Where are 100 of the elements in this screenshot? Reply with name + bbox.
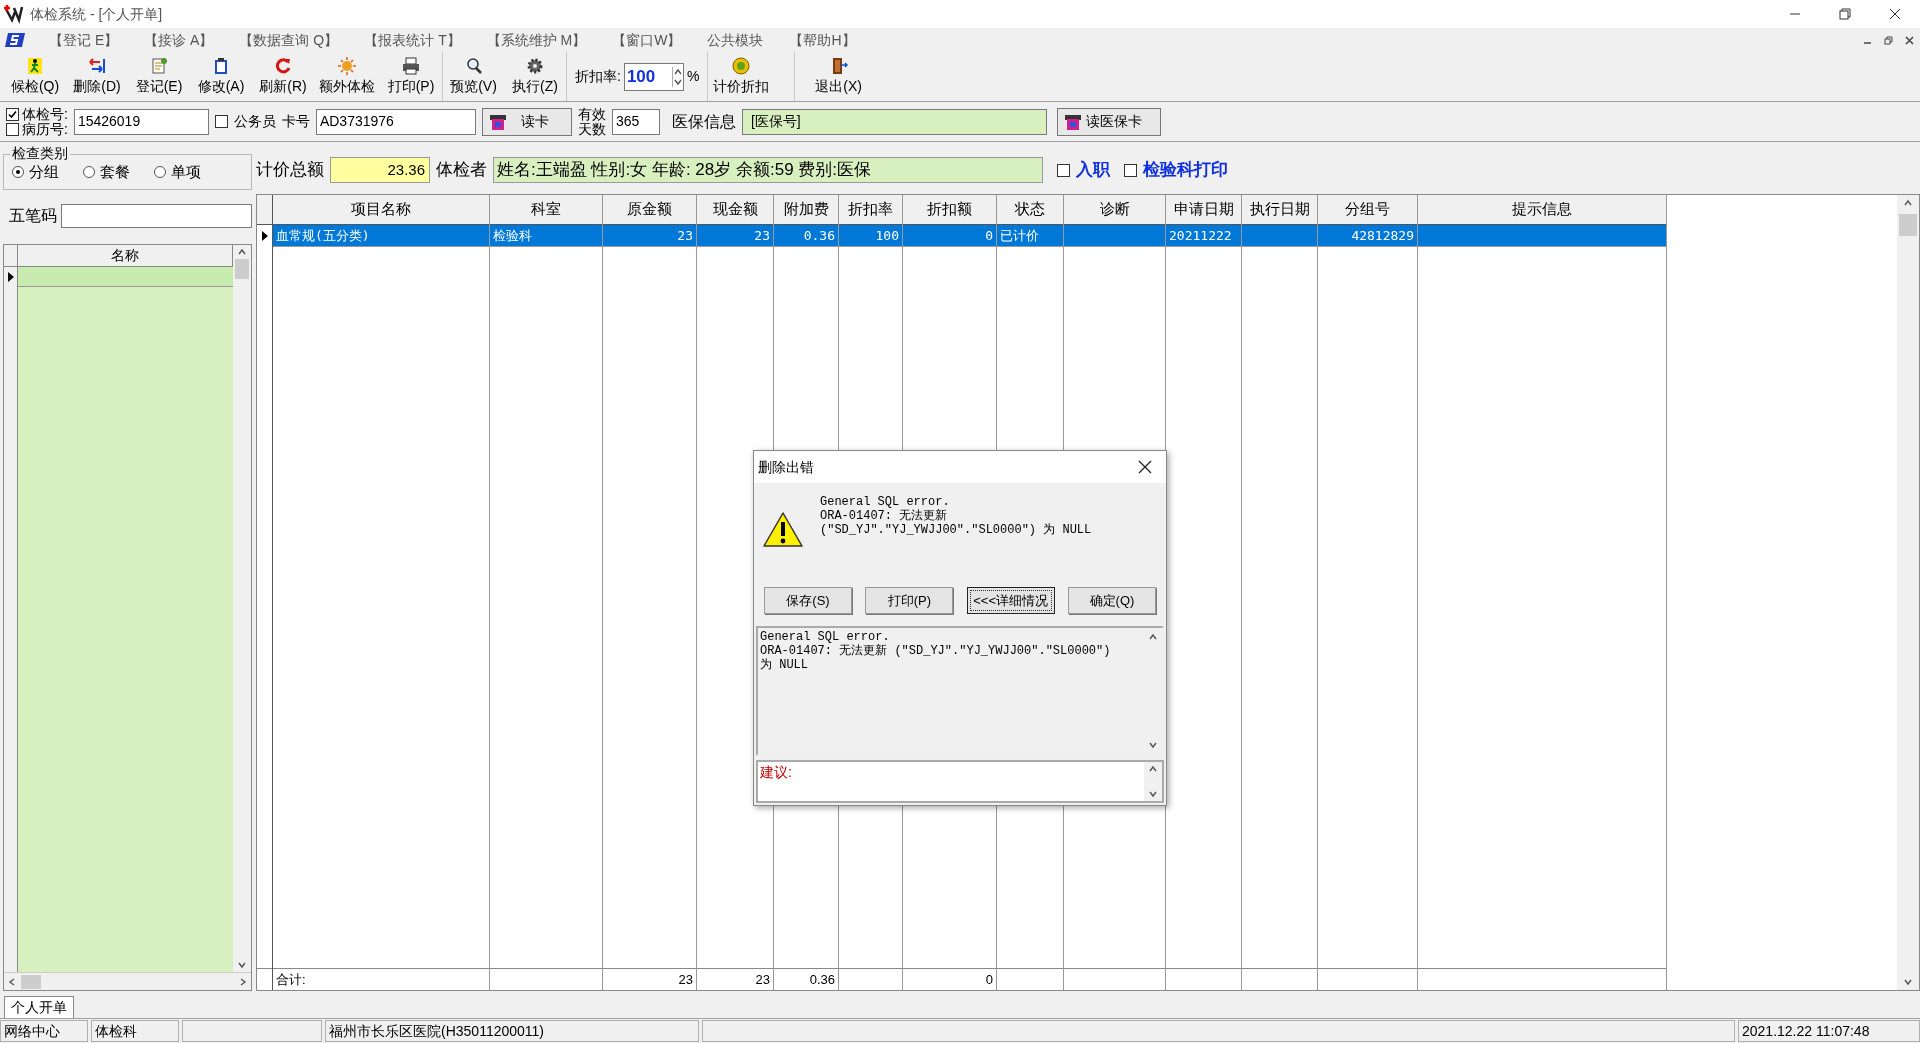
toolbar-button[interactable]: 删除(D) xyxy=(66,52,128,101)
column-header[interactable]: 折扣率 xyxy=(839,195,902,225)
scroll-right-icon[interactable] xyxy=(238,976,248,987)
menu-item[interactable]: 【接诊 A】 xyxy=(131,29,227,51)
warning-icon xyxy=(762,511,804,549)
column-header[interactable]: 科室 xyxy=(490,195,602,225)
column-header[interactable]: 原金额 xyxy=(603,195,696,225)
menu-item[interactable]: 【报表统计 T】 xyxy=(351,29,474,51)
menu-item[interactable]: 【数据查询 Q】 xyxy=(226,29,352,51)
restore-icon[interactable] xyxy=(1884,35,1893,45)
column-header[interactable]: 现金额 xyxy=(697,195,773,225)
coin-icon xyxy=(731,56,752,76)
toolbar-button[interactable]: 额外体检 xyxy=(314,52,380,101)
close-icon[interactable] xyxy=(1138,460,1152,474)
vertical-scrollbar[interactable] xyxy=(233,245,251,972)
dialog-button[interactable]: <<<详细情况 xyxy=(966,587,1055,614)
insurance-label: 医保信息 xyxy=(671,111,736,132)
document-logo-icon xyxy=(4,31,26,49)
discount-spinner[interactable]: 100 xyxy=(623,62,684,91)
valid-days-field[interactable]: 365 xyxy=(611,108,660,135)
status-pane: 福州市长乐区医院(H35011200011) xyxy=(325,1020,699,1042)
scroll-left-icon[interactable] xyxy=(7,976,17,987)
restore-icon[interactable] xyxy=(1839,8,1851,20)
close-icon[interactable] xyxy=(1889,8,1901,20)
column-header[interactable]: 执行日期 xyxy=(1242,195,1317,225)
menu-item[interactable]: 【系统维护 M】 xyxy=(473,29,600,51)
table-cell: 100 xyxy=(839,225,902,247)
menu-item[interactable]: 公共模块 xyxy=(694,29,777,51)
column-header[interactable]: 提示信息 xyxy=(1418,195,1666,225)
checkbox[interactable] xyxy=(1124,163,1137,177)
scroll-up-icon[interactable] xyxy=(237,247,247,257)
spin-up-icon[interactable] xyxy=(672,66,683,77)
tab[interactable]: 个人开单 xyxy=(4,996,74,1018)
scroll-up-icon[interactable] xyxy=(1148,632,1158,642)
scroll-up-icon[interactable] xyxy=(1148,764,1158,774)
scroll-down-icon[interactable] xyxy=(1148,740,1158,750)
exam-number-label: 体检号: xyxy=(22,106,68,122)
error-details: ORA-01407: 无法更新 ("SD_YJ"."YJ_YWJJ00"."SL0000") xyxy=(760,644,1112,658)
record-number-label: 病历号: xyxy=(22,121,68,137)
column-header[interactable]: 附加费 xyxy=(774,195,838,225)
column-header[interactable]: 状态 xyxy=(997,195,1063,225)
toolbar-button[interactable]: 预览(V) xyxy=(442,52,504,101)
radio-label: 单项 xyxy=(171,161,201,182)
dialog-button[interactable]: 保存(S) xyxy=(764,587,852,614)
read-card-button[interactable]: 读卡 xyxy=(481,107,572,136)
toolbar-button[interactable]: 登记(E) xyxy=(128,52,190,101)
column-header[interactable]: 折扣额 xyxy=(903,195,996,225)
scroll-down-icon[interactable] xyxy=(1148,789,1158,799)
vertical-scrollbar[interactable] xyxy=(1144,762,1162,801)
toolbar-button[interactable]: 计价折扣 xyxy=(708,52,775,101)
scroll-down-icon[interactable] xyxy=(1903,977,1913,987)
toolbar-button[interactable]: 执行(Z) xyxy=(504,52,566,101)
checkbox[interactable] xyxy=(6,107,19,121)
dialog-button[interactable]: 打印(P) xyxy=(865,587,954,614)
status-pane: 体检科 xyxy=(91,1020,179,1042)
valid-days-label: 有效 xyxy=(577,106,606,122)
toolbar-button[interactable]: 退出(X) xyxy=(794,52,867,101)
radio-button[interactable] xyxy=(83,166,95,178)
radio-button[interactable] xyxy=(154,166,166,178)
column-header[interactable]: 分组号 xyxy=(1318,195,1417,225)
menu-item[interactable]: 【登记 E】 xyxy=(36,29,132,51)
table-cell: 血常规(五分类) xyxy=(273,225,489,247)
menu-item[interactable]: 【窗口W】 xyxy=(599,29,695,51)
insurance-field[interactable]: [医保号] xyxy=(741,108,1047,135)
menu-item[interactable]: 【帮助H】 xyxy=(776,29,869,51)
table-cell: 检验科 xyxy=(490,225,602,247)
table-cell: 23 xyxy=(603,225,696,247)
window-title: 体检系统 - [个人开单] xyxy=(30,4,163,24)
error-details: General SQL error. xyxy=(760,630,891,644)
read-insurance-button[interactable]: 读医保卡 xyxy=(1056,107,1161,136)
arrows-icon xyxy=(87,56,107,76)
scrollbar-thumb[interactable] xyxy=(235,259,249,279)
dialog-button[interactable]: 确定(Q) xyxy=(1068,587,1156,614)
scroll-down-icon[interactable] xyxy=(237,960,247,970)
examinee-label: 体检者 xyxy=(436,159,487,182)
card-reader-icon xyxy=(488,112,507,131)
toolbar-button[interactable]: 刷新(R) xyxy=(252,52,314,101)
column-header[interactable]: 申请日期 xyxy=(1166,195,1241,225)
checkbox[interactable] xyxy=(6,122,19,136)
wubi-field[interactable] xyxy=(61,204,252,228)
checkbox[interactable] xyxy=(1057,163,1070,177)
scrollbar-thumb[interactable] xyxy=(1899,214,1917,236)
column-header[interactable]: 诊断 xyxy=(1064,195,1165,225)
horizontal-scrollbar[interactable] xyxy=(4,972,251,990)
toolbar-button[interactable]: 修改(A) xyxy=(190,52,252,101)
status-pane: 2021.12.22 11:07:48 xyxy=(1738,1020,1920,1042)
toolbar-button[interactable]: 打印(P) xyxy=(380,52,442,101)
total-field: 23.36 xyxy=(330,157,430,183)
scrollbar-thumb[interactable] xyxy=(21,974,41,989)
card-number-field[interactable]: AD3731976 xyxy=(315,108,476,135)
card-reader-icon xyxy=(1063,112,1082,131)
table-cell: 0.36 xyxy=(774,225,838,247)
close-icon[interactable] xyxy=(1905,35,1914,45)
radio-button[interactable] xyxy=(12,166,24,178)
percent-label: % xyxy=(686,67,700,86)
column-header[interactable]: 项目名称 xyxy=(273,195,489,225)
toolbar-button[interactable]: 候检(Q) xyxy=(4,52,66,101)
scroll-up-icon[interactable] xyxy=(1903,198,1913,208)
id-field[interactable]: 15426019 xyxy=(73,108,209,135)
checkbox[interactable] xyxy=(214,115,228,128)
